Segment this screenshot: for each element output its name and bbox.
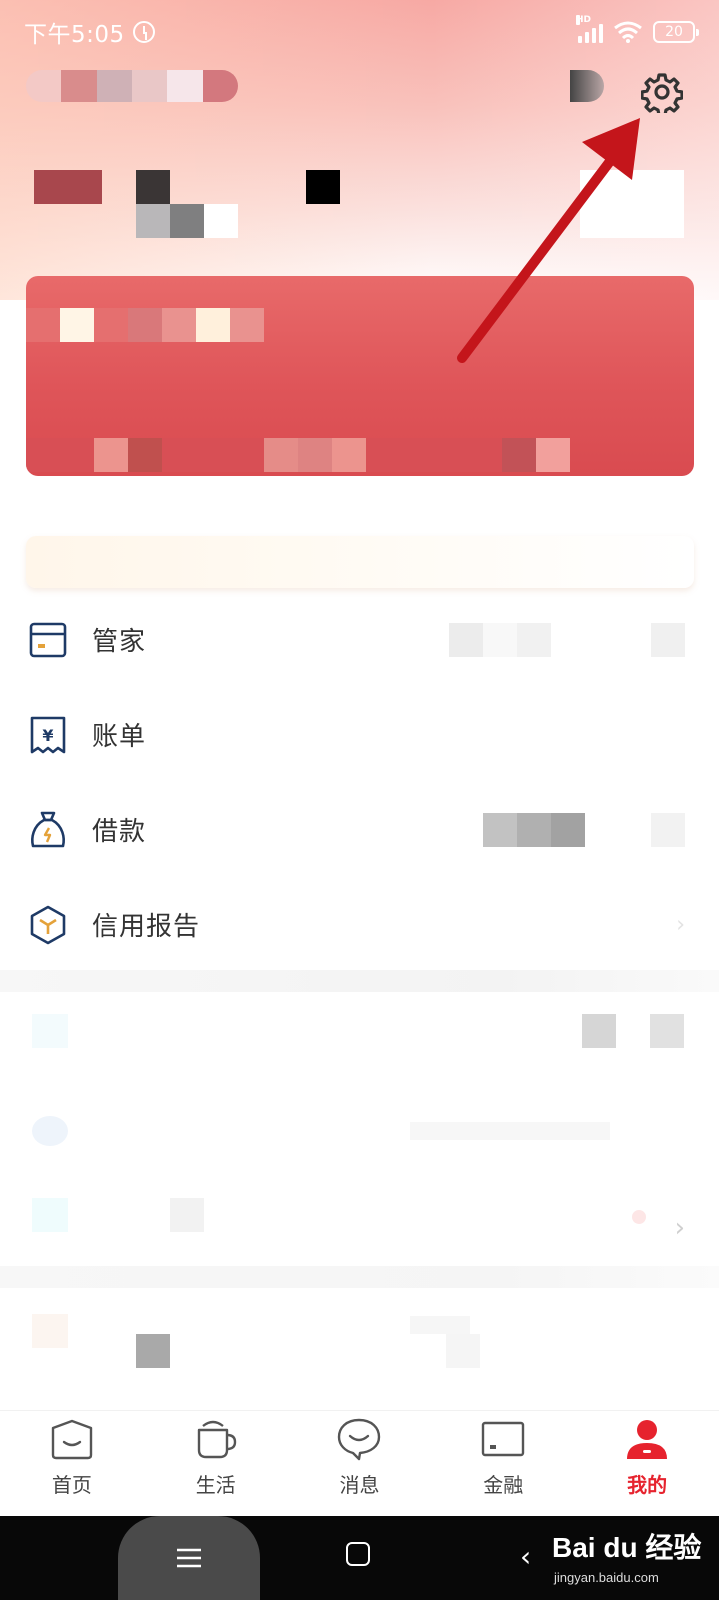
menu-extra-redacted — [483, 812, 685, 847]
menu-label: 账单 — [92, 722, 147, 752]
status-bar: 下午5:05 HD 20 — [0, 0, 719, 64]
tab-home[interactable]: 首页 — [0, 1411, 144, 1516]
status-time: 下午5:05 — [24, 22, 125, 48]
mosaic-block — [32, 1314, 68, 1348]
cup-icon — [192, 1415, 240, 1463]
home-button[interactable] — [346, 1542, 370, 1566]
mosaic-block — [136, 204, 170, 238]
cube-icon — [28, 905, 68, 945]
member-card-redacted[interactable] — [26, 276, 694, 476]
recent-apps-button[interactable] — [118, 1516, 260, 1600]
gear-icon — [641, 73, 683, 113]
mosaic-block — [32, 1198, 68, 1232]
svg-text:¥: ¥ — [42, 726, 53, 745]
mosaic-block — [170, 204, 204, 238]
menu-list: 管家 ¥ 账单 借款 信用报告 › — [0, 592, 719, 972]
redacted-list-item[interactable] — [0, 994, 719, 1089]
tab-label: 首页 — [51, 1473, 92, 1497]
menu-item-credit-report[interactable]: 信用报告 › — [0, 877, 719, 972]
bottom-navigation: 首页 生活 消息 金融 我的 — [0, 1410, 719, 1516]
menu-item-loan[interactable]: 借款 — [0, 782, 719, 877]
mosaic-block — [204, 204, 238, 238]
mosaic-block — [306, 170, 340, 204]
section-divider — [0, 1266, 719, 1288]
menu-item-bill[interactable]: ¥ 账单 — [0, 687, 719, 782]
menu-item-manager[interactable]: 管家 — [0, 592, 719, 687]
tab-messages[interactable]: 消息 — [288, 1411, 432, 1516]
redacted-list-item[interactable]: › — [0, 1180, 719, 1275]
system-navigation-bar: ‹ Bai du 经验 jingyan.baidu.com — [0, 1516, 719, 1600]
mosaic-block — [582, 1014, 616, 1048]
mosaic-block — [410, 1316, 470, 1334]
battery-icon: 20 — [653, 21, 699, 43]
mosaic-block — [570, 70, 604, 102]
redacted-list-item[interactable] — [0, 1090, 719, 1185]
tab-label: 我的 — [627, 1473, 668, 1497]
back-button[interactable]: ‹ — [520, 1540, 531, 1573]
watermark-url: jingyan.baidu.com — [554, 1570, 659, 1585]
alarm-icon — [132, 21, 155, 43]
account-info-redacted[interactable] — [26, 70, 238, 102]
menu-label: 信用报告 — [92, 912, 201, 942]
settings-button[interactable] — [640, 70, 684, 114]
finance-card-icon — [479, 1415, 527, 1463]
chevron-right-icon: › — [676, 912, 685, 937]
mosaic-block — [136, 170, 170, 204]
mosaic-block — [32, 1116, 68, 1146]
mosaic-block — [34, 170, 102, 204]
mosaic-block — [170, 1198, 204, 1232]
menu-extra-redacted — [449, 622, 685, 657]
section-divider — [0, 970, 719, 992]
mosaic-block — [410, 1122, 610, 1140]
mosaic-block — [136, 1334, 170, 1368]
tab-life[interactable]: 生活 — [144, 1411, 288, 1516]
mosaic-block — [650, 1014, 684, 1048]
hd-label: HD — [576, 15, 592, 25]
tab-label: 金融 — [483, 1473, 524, 1497]
home-icon — [48, 1415, 96, 1463]
menu-icon — [177, 1548, 201, 1568]
card-icon — [28, 620, 68, 660]
cellular-signal-icon: HD — [576, 15, 603, 43]
watermark-logo: Bai du 经验 — [552, 1532, 702, 1563]
mosaic-block — [32, 1014, 68, 1048]
user-icon — [623, 1415, 671, 1463]
redacted-list-item[interactable] — [0, 1290, 719, 1385]
yuan-receipt-icon: ¥ — [28, 715, 68, 755]
chevron-right-icon: › — [674, 1212, 685, 1243]
promo-banner[interactable] — [26, 536, 694, 588]
menu-label: 借款 — [92, 817, 147, 847]
menu-label: 管家 — [92, 627, 147, 657]
wifi-icon — [614, 21, 642, 43]
tab-label: 消息 — [339, 1473, 380, 1497]
chat-icon — [335, 1415, 383, 1463]
money-bag-icon — [28, 810, 68, 850]
tab-label: 生活 — [195, 1473, 236, 1497]
mosaic-block — [632, 1210, 646, 1224]
mosaic-block — [446, 1334, 480, 1368]
tab-finance[interactable]: 金融 — [431, 1411, 575, 1516]
mosaic-block — [580, 170, 684, 238]
tab-mine[interactable]: 我的 — [575, 1411, 719, 1516]
